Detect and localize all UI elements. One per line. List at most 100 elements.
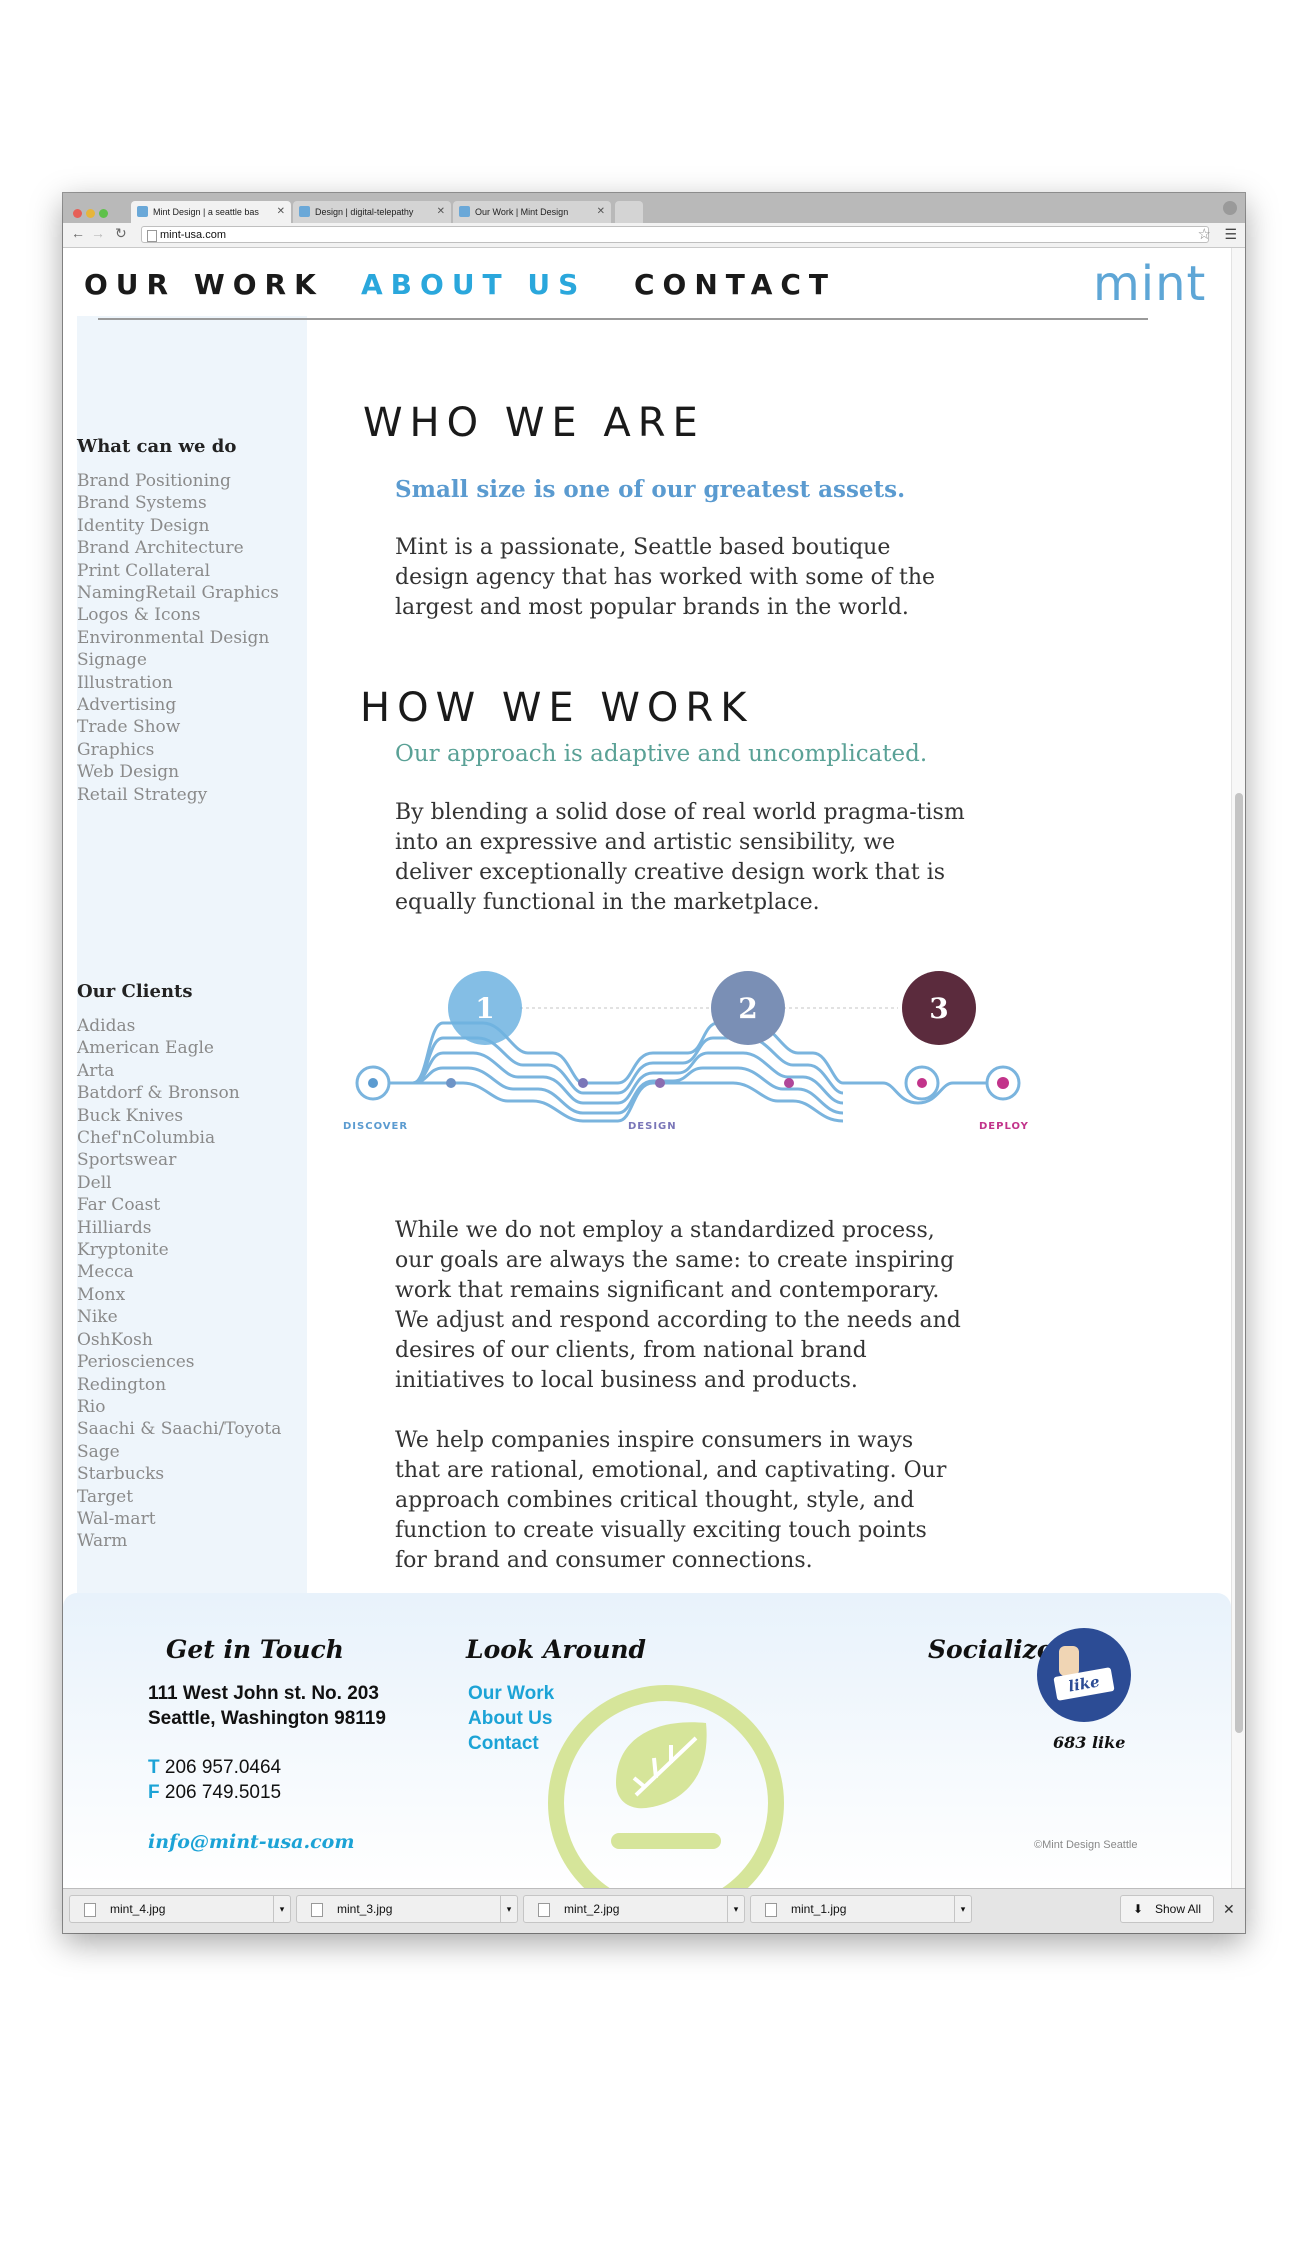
process-body-2: We help companies inspire consumers in w… (395, 1428, 947, 1573)
dropdown-arrow-icon[interactable]: ▾ (727, 1896, 744, 1922)
step-1-number: 1 (475, 992, 494, 1025)
list-item: NamingRetail Graphics (77, 583, 279, 604)
close-tab-icon[interactable]: ✕ (437, 201, 445, 223)
list-item: Print Collateral (77, 560, 211, 581)
list-item: Dell (77, 1172, 112, 1193)
menu-icon[interactable]: ☰ (1224, 226, 1237, 243)
show-all-label: Show All (1154, 1902, 1201, 1916)
like-count: 683 like (1053, 1733, 1126, 1752)
email-link[interactable]: info@mint-usa.com (148, 1830, 354, 1855)
services-list: Brand Positioning Brand Systems Identity D… (77, 470, 279, 806)
list-item: Environmental Design (77, 627, 270, 648)
address-bar[interactable]: mint-usa.com (141, 226, 1209, 243)
process-body-1: While we do not employ a standardized pr… (395, 1218, 961, 1393)
browser-toolbar: ← → ↻ mint-usa.com ☆ ☰ (63, 223, 1245, 248)
tab-mint-design[interactable]: Mint Design | a seattle bas ✕ (131, 201, 291, 223)
services-heading: What can we do (77, 436, 237, 457)
clients-heading: Our Clients (77, 981, 193, 1002)
list-item: Brand Positioning (77, 471, 231, 491)
download-filename: mint_1.jpg (791, 1902, 847, 1916)
step-2-number: 2 (738, 992, 757, 1025)
list-item: Identity Design (77, 515, 210, 536)
process-dot (784, 1078, 794, 1088)
list-item: Logos & Icons (77, 605, 201, 626)
list-item: Sage (77, 1441, 120, 1462)
list-item: Rio (77, 1396, 106, 1417)
bookmark-star-icon[interactable]: ☆ (1198, 225, 1211, 243)
maximize-window-icon[interactable] (99, 209, 108, 218)
window-controls (73, 205, 112, 223)
download-arrow-icon: ⬇ (1133, 1902, 1144, 1916)
close-tab-icon[interactable]: ✕ (597, 201, 605, 223)
profile-icon[interactable] (1223, 201, 1237, 215)
dropdown-arrow-icon[interactable]: ▾ (500, 1896, 517, 1922)
forward-arrow-icon[interactable]: → (91, 225, 105, 241)
list-item: Brand Architecture (77, 538, 244, 559)
list-item: Mecca (77, 1262, 134, 1283)
deploy-node-center (997, 1077, 1009, 1089)
tab-our-work[interactable]: Our Work | Mint Design ✕ (453, 201, 611, 223)
list-item: Nike (77, 1307, 118, 1328)
design-label: DESIGN (628, 1121, 677, 1132)
who-we-are-heading: WHO WE ARE (363, 400, 705, 446)
address-line-1: 111 West John st. No. 203 (148, 1683, 379, 1704)
clients-list: Adidas American Eagle Arta Batdorf & Bronso… (77, 1015, 281, 1553)
close-window-icon[interactable] (73, 209, 82, 218)
phone-label: T (148, 1757, 160, 1778)
image-file-icon (311, 1903, 323, 1917)
footer-link-about-us[interactable]: About Us (468, 1706, 552, 1731)
tab-digital-telepathy[interactable]: Design | digital-telepathy ✕ (293, 201, 451, 223)
show-all-button[interactable]: ⬇ Show All (1120, 1895, 1214, 1923)
tab-label: Mint Design | a seattle bas (153, 207, 259, 217)
list-item: American Eagle (77, 1038, 214, 1059)
download-filename: mint_4.jpg (110, 1902, 166, 1916)
list-item: Illustration (77, 672, 173, 693)
leaf-watermark-icon (548, 1685, 784, 1888)
mint-logo[interactable]: mint (1093, 256, 1206, 312)
list-item: Hilliards (77, 1217, 152, 1238)
page-scrollbar[interactable] (1231, 248, 1245, 1888)
list-item: OshKosh (77, 1329, 153, 1350)
nav-contact[interactable]: CONTACT (634, 268, 836, 301)
tab-label: Design | digital-telepathy (315, 207, 414, 217)
footer-link-our-work[interactable]: Our Work (468, 1681, 554, 1706)
facebook-like-button[interactable]: like (1037, 1628, 1131, 1722)
process-dot (578, 1078, 588, 1088)
list-item: Brand Systems (77, 493, 207, 514)
dropdown-arrow-icon[interactable]: ▾ (273, 1896, 290, 1922)
download-shelf: mint_4.jpg ▾ mint_3.jpg ▾ mint_2.jpg ▾ mint… (63, 1888, 1245, 1933)
reload-icon[interactable]: ↻ (115, 225, 127, 242)
list-item: Monx (77, 1284, 126, 1305)
download-item[interactable]: mint_4.jpg ▾ (69, 1895, 291, 1923)
footer-link-contact[interactable]: Contact (468, 1731, 539, 1756)
tab-label: Our Work | Mint Design (475, 207, 569, 217)
list-item: Arta (77, 1060, 115, 1081)
list-item: Starbucks (77, 1464, 165, 1485)
back-arrow-icon[interactable]: ← (71, 225, 85, 241)
list-item: Sportswear (77, 1150, 177, 1171)
socialize-heading: Socialize (928, 1635, 1053, 1664)
browser-window: Mint Design | a seattle bas ✕ Design | d… (63, 193, 1245, 1933)
list-item: Far Coast (77, 1195, 161, 1216)
download-item[interactable]: mint_3.jpg ▾ (296, 1895, 518, 1923)
dropdown-arrow-icon[interactable]: ▾ (954, 1896, 971, 1922)
discover-node-center (368, 1078, 378, 1088)
download-filename: mint_2.jpg (564, 1902, 620, 1916)
list-item: Signage (77, 650, 147, 671)
minimize-window-icon[interactable] (86, 209, 95, 218)
how-lead: Our approach is adaptive and uncomplicat… (395, 741, 928, 767)
nav-our-work[interactable]: OUR WORK (84, 268, 324, 301)
new-tab-button[interactable] (615, 201, 643, 223)
close-tab-icon[interactable]: ✕ (277, 201, 285, 223)
look-around-heading: Look Around (466, 1635, 647, 1664)
download-filename: mint_3.jpg (337, 1902, 393, 1916)
process-dot (655, 1078, 665, 1088)
how-we-work-heading: HOW WE WORK (360, 685, 754, 731)
download-item[interactable]: mint_2.jpg ▾ (523, 1895, 745, 1923)
list-item: Wal-mart (77, 1508, 156, 1529)
close-shelf-icon[interactable]: ✕ (1223, 1901, 1235, 1918)
download-item[interactable]: mint_1.jpg ▾ (750, 1895, 972, 1923)
scrollbar-thumb[interactable] (1235, 793, 1243, 1733)
nav-about-us[interactable]: ABOUT US (361, 268, 586, 301)
process-diagram: 1 2 3 DISCOVER DESIGN DEPLOY (343, 971, 1028, 1132)
